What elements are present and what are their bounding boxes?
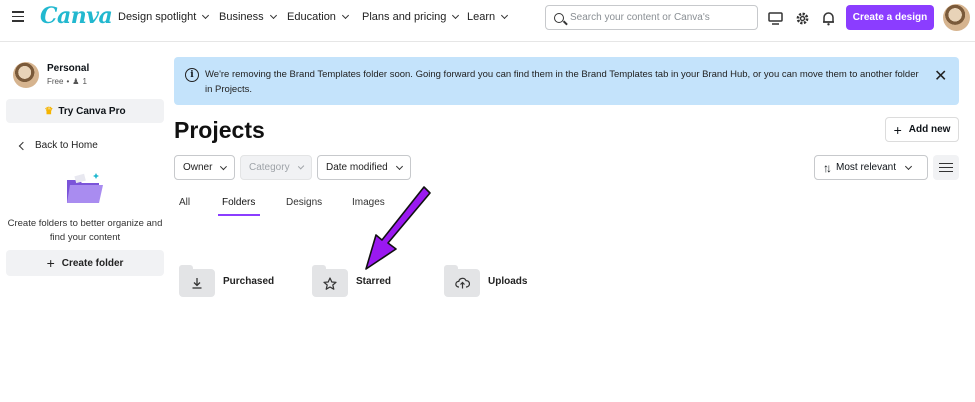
list-icon <box>939 160 953 175</box>
owner-filter[interactable]: Owner <box>174 155 235 180</box>
nav-design-spotlight[interactable]: Design spotlight <box>118 11 210 23</box>
account-plan: Free • ♟ 1 <box>47 77 87 86</box>
tab-folders[interactable]: Folders <box>222 197 255 208</box>
chevron-down-icon <box>452 11 460 20</box>
folder-name: Starred <box>356 275 392 287</box>
nav-plans-and-pricing[interactable]: Plans and pricing <box>362 11 460 23</box>
folder-icon <box>179 265 215 297</box>
chevron-down-icon <box>904 162 913 170</box>
sort-label: Most relevant <box>836 162 897 173</box>
close-icon[interactable]: ✕ <box>934 66 947 86</box>
add-new-button[interactable]: + Add new <box>885 117 959 142</box>
nav-label: Plans and pricing <box>362 11 447 23</box>
page-title: Projects <box>174 117 265 143</box>
search-icon <box>554 12 564 23</box>
search-box[interactable] <box>545 5 758 30</box>
try-canva-pro-button[interactable]: ♛ Try Canva Pro <box>6 99 164 123</box>
sort-dropdown[interactable]: ↑↓ Most relevant <box>814 155 928 180</box>
person-icon: ♟ <box>72 77 80 86</box>
nav-label: Learn <box>467 11 496 23</box>
bell-icon[interactable] <box>820 10 836 26</box>
account-name[interactable]: Personal <box>47 63 89 74</box>
nav-learn[interactable]: Learn <box>467 11 509 23</box>
canva-logo[interactable]: Canva <box>40 3 113 29</box>
chevron-down-icon <box>395 162 403 170</box>
try-pro-label: Try Canva Pro <box>58 105 126 117</box>
category-filter[interactable]: Category <box>240 155 312 180</box>
empty-folders-text: Create folders to better organize and fi… <box>7 218 163 243</box>
plan-label: Free <box>47 77 64 86</box>
plus-icon: + <box>46 255 55 271</box>
create-design-button[interactable]: Create a design <box>846 5 934 30</box>
add-new-label: Add new <box>908 124 951 135</box>
active-tab-indicator <box>218 214 260 216</box>
nav-education[interactable]: Education <box>287 11 349 23</box>
tab-all[interactable]: All <box>179 197 190 208</box>
avatar[interactable] <box>943 4 970 31</box>
folder-uploads[interactable]: Uploads <box>444 265 527 297</box>
cloud-upload-icon <box>444 269 480 297</box>
date-modified-filter[interactable]: Date modified <box>317 155 411 180</box>
separator-dot: • <box>66 77 70 86</box>
back-to-home-link[interactable]: Back to Home <box>18 140 98 151</box>
annotation-arrow-icon <box>365 186 431 270</box>
chevron-down-icon <box>341 11 349 20</box>
folder-purchased[interactable]: Purchased <box>179 265 274 297</box>
nav-label: Business <box>219 11 264 23</box>
banner-text: We're removing the Brand Templates folde… <box>205 69 919 95</box>
folder-icon <box>444 265 480 297</box>
gear-icon[interactable] <box>794 10 810 26</box>
folder-illustration-icon <box>66 172 104 206</box>
info-icon: i <box>185 68 199 82</box>
chevron-left-icon <box>18 141 28 150</box>
chevron-down-icon <box>269 11 277 20</box>
plus-icon: + <box>893 121 902 138</box>
chevron-down-icon <box>501 11 509 20</box>
star-icon <box>312 269 348 297</box>
monitor-icon[interactable] <box>767 10 783 26</box>
nav-label: Education <box>287 11 336 23</box>
account-avatar[interactable] <box>13 62 39 88</box>
hamburger-icon[interactable] <box>12 11 24 23</box>
sort-icon: ↑↓ <box>823 160 832 175</box>
chevron-down-icon <box>202 11 210 20</box>
tab-designs[interactable]: Designs <box>286 197 322 208</box>
nav-label: Design spotlight <box>118 11 197 23</box>
search-input[interactable] <box>570 12 750 23</box>
member-count: 1 <box>82 77 87 86</box>
chevron-down-icon <box>220 162 228 170</box>
create-folder-button[interactable]: + Create folder <box>6 250 164 276</box>
nav-business[interactable]: Business <box>219 11 277 23</box>
crown-icon: ♛ <box>44 105 54 117</box>
download-icon <box>179 269 215 297</box>
header-divider <box>0 41 975 42</box>
filter-label: Date modified <box>326 162 388 173</box>
filter-label: Category <box>249 162 290 173</box>
folder-icon <box>312 265 348 297</box>
folder-name: Purchased <box>223 275 275 287</box>
back-home-label: Back to Home <box>35 140 98 151</box>
filter-label: Owner <box>183 162 213 173</box>
info-banner: i We're removing the Brand Templates fol… <box>174 57 959 105</box>
folder-name: Uploads <box>488 275 528 287</box>
create-folder-label: Create folder <box>61 257 124 269</box>
chevron-down-icon <box>297 162 305 170</box>
top-navbar: Canva Design spotlight Business Educatio… <box>0 0 975 36</box>
list-view-button[interactable] <box>933 155 959 180</box>
